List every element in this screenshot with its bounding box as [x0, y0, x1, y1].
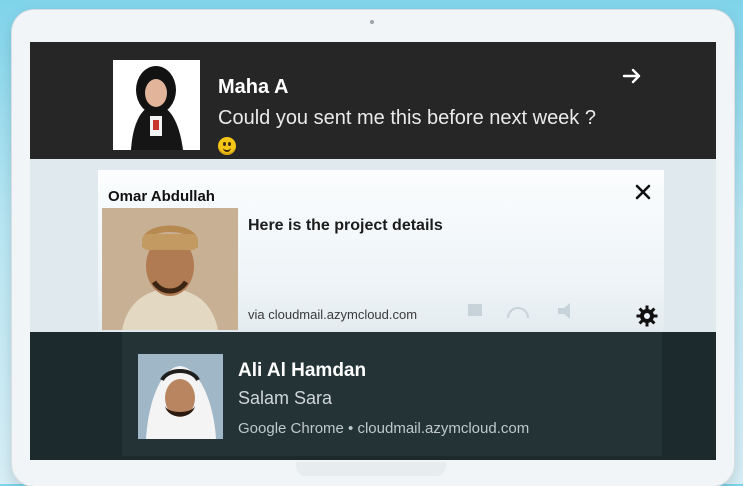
webcam: [370, 20, 374, 24]
avatar-ali: [138, 354, 223, 439]
laptop-base: [296, 462, 446, 476]
sender-name: Ali Al Hamdan: [238, 360, 367, 381]
notification-omar[interactable]: Omar Abdullah Here is the project detail…: [98, 170, 664, 330]
laptop-frame: Maha A Could you sent me this before nex…: [12, 10, 734, 486]
close-icon[interactable]: [633, 182, 653, 202]
sender-name: Omar Abdullah: [108, 188, 215, 205]
screen: Maha A Could you sent me this before nex…: [30, 42, 716, 460]
notification-source: Google Chrome • cloudmail.azymcloud.com: [238, 420, 530, 437]
notification-source: via cloudmail.azymcloud.com: [248, 307, 418, 322]
notification-maha[interactable]: Maha A Could you sent me this before nex…: [30, 42, 716, 159]
avatar-omar: [102, 208, 238, 330]
arrow-right-icon[interactable]: [620, 64, 644, 88]
notification-ali[interactable]: Ali Al Hamdan Salam Sara Google Chrome •…: [30, 332, 716, 460]
message-text: Salam Sara: [238, 388, 333, 408]
taskbar-ghost: [468, 303, 570, 319]
smiley-emoji: [218, 137, 236, 155]
message-text: Here is the project details: [248, 217, 443, 234]
message-text: Could you sent me this before next week …: [218, 104, 618, 162]
sender-name: Maha A: [218, 76, 289, 98]
gear-icon[interactable]: [635, 304, 659, 328]
avatar-maha: [113, 60, 200, 150]
